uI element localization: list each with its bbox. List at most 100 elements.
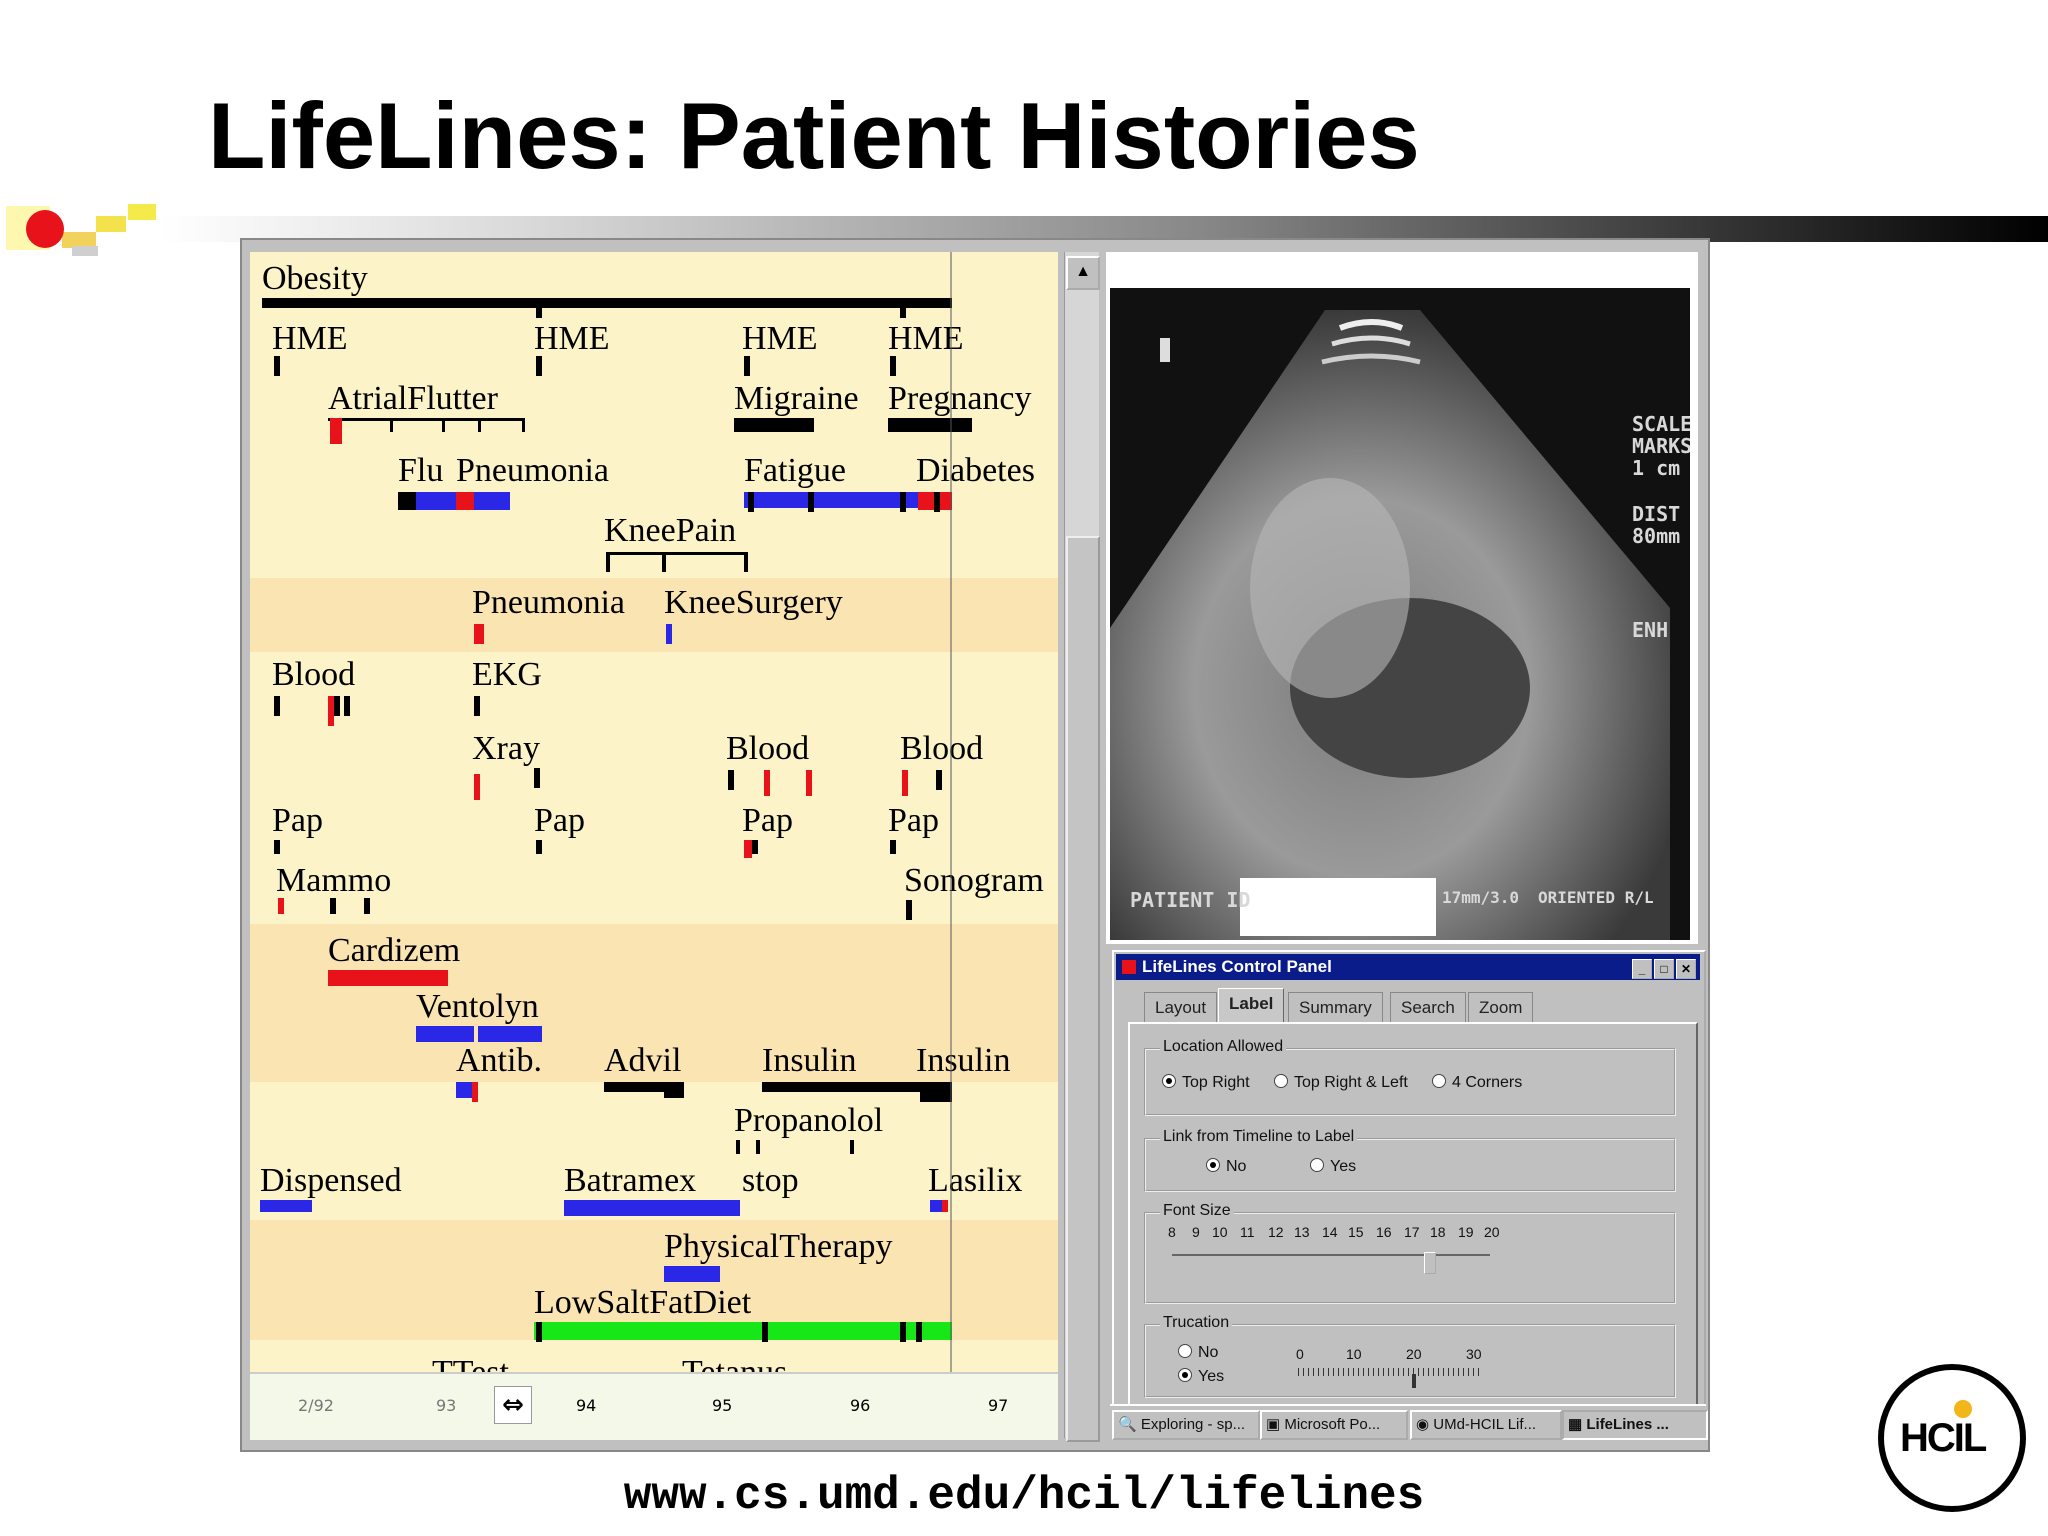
radio-dot[interactable] xyxy=(1274,1074,1288,1088)
event-label[interactable]: Blood xyxy=(900,732,983,766)
radio-dot[interactable] xyxy=(1178,1344,1192,1358)
taskbar-item[interactable]: ▦ LifeLines ... xyxy=(1562,1410,1708,1440)
event-tick[interactable] xyxy=(390,418,393,432)
event-tick[interactable] xyxy=(762,1322,768,1342)
event-tick[interactable] xyxy=(666,624,672,644)
event-tick[interactable] xyxy=(274,840,280,854)
event-label[interactable]: Propanolol xyxy=(734,1104,883,1138)
event-label[interactable]: Blood xyxy=(272,658,355,692)
radio-trunc-yes[interactable]: Yes xyxy=(1178,1368,1224,1386)
event-tick[interactable] xyxy=(942,1200,948,1212)
event-bar[interactable] xyxy=(328,418,524,421)
event-bar[interactable] xyxy=(478,1026,542,1042)
event-label[interactable]: Antib. xyxy=(456,1044,542,1078)
event-tick[interactable] xyxy=(278,898,284,914)
event-tick[interactable] xyxy=(736,1140,740,1154)
radio-link-no[interactable]: No xyxy=(1206,1158,1246,1176)
radio-top-right[interactable]: Top Right xyxy=(1162,1074,1250,1092)
tab-layout[interactable]: Layout xyxy=(1144,992,1218,1023)
event-tick[interactable] xyxy=(934,492,940,512)
event-tick[interactable] xyxy=(806,770,812,796)
event-bar[interactable] xyxy=(260,1200,312,1212)
event-label[interactable]: HME xyxy=(742,322,818,356)
event-label[interactable]: Advil xyxy=(604,1044,681,1078)
event-label[interactable]: PhysicalTherapy xyxy=(664,1230,893,1264)
event-tick[interactable] xyxy=(274,696,280,716)
event-tick[interactable] xyxy=(808,492,814,512)
event-tick[interactable] xyxy=(536,308,542,318)
event-label[interactable]: Blood xyxy=(726,732,809,766)
event-tick[interactable] xyxy=(752,840,758,854)
radio-trunc-no[interactable]: No xyxy=(1178,1344,1218,1362)
event-tick[interactable] xyxy=(474,624,484,644)
event-bar[interactable] xyxy=(606,552,746,555)
event-label[interactable]: KneeSurgery xyxy=(664,586,843,620)
event-tick[interactable] xyxy=(334,696,340,716)
event-label[interactable]: Insulin xyxy=(762,1044,856,1078)
event-label[interactable]: Sonogram xyxy=(904,864,1044,898)
event-label[interactable]: AtrialFlutter xyxy=(328,382,498,416)
event-label[interactable]: HME xyxy=(534,322,610,356)
event-tick[interactable] xyxy=(744,356,750,376)
event-label[interactable]: Batramex xyxy=(564,1164,696,1198)
time-axis[interactable]: 2/92 93 ⇔ 94 95 96 97 xyxy=(250,1372,1058,1440)
event-tick[interactable] xyxy=(536,840,542,854)
event-bar[interactable] xyxy=(564,1200,740,1216)
event-label[interactable]: KneePain xyxy=(604,514,736,548)
event-label[interactable]: Dispensed xyxy=(260,1164,402,1198)
event-bar[interactable] xyxy=(456,492,474,510)
event-tick[interactable] xyxy=(764,770,770,796)
event-tick[interactable] xyxy=(330,418,342,444)
event-label[interactable]: Lasilix xyxy=(928,1164,1022,1198)
event-tick[interactable] xyxy=(534,768,540,788)
radio-4-corners[interactable]: 4 Corners xyxy=(1432,1074,1522,1092)
pan-arrows-icon[interactable]: ⇔ xyxy=(494,1386,532,1424)
taskbar-item[interactable]: 🔍 Exploring - sp... xyxy=(1112,1410,1260,1440)
event-tick[interactable] xyxy=(850,1140,854,1154)
event-tick[interactable] xyxy=(744,840,752,858)
event-tick[interactable] xyxy=(900,492,906,512)
tab-label[interactable]: Label xyxy=(1218,988,1285,1023)
event-tick[interactable] xyxy=(472,1082,478,1102)
event-tick[interactable] xyxy=(536,356,542,376)
event-label[interactable]: Flu xyxy=(398,454,443,488)
event-bar[interactable] xyxy=(416,1026,474,1042)
event-tick[interactable] xyxy=(330,898,336,914)
scrollbar-thumb[interactable] xyxy=(1066,536,1100,1442)
event-label[interactable]: Obesity xyxy=(262,262,368,296)
event-label[interactable]: TTest xyxy=(432,1356,509,1373)
radio-top-right-left[interactable]: Top Right & Left xyxy=(1274,1074,1408,1092)
radio-dot[interactable] xyxy=(1432,1074,1446,1088)
truncation-slider[interactable]: 0 10 20 30 xyxy=(1294,1346,1504,1390)
event-label[interactable]: Pap xyxy=(888,804,939,838)
event-tick[interactable] xyxy=(756,1140,760,1154)
event-tick[interactable] xyxy=(728,770,734,790)
event-tick[interactable] xyxy=(364,898,370,914)
event-tick[interactable] xyxy=(936,770,942,790)
event-label[interactable]: Tetanus xyxy=(682,1356,787,1373)
event-tick[interactable] xyxy=(478,418,481,432)
event-label[interactable]: HME xyxy=(272,322,348,356)
event-bar[interactable] xyxy=(664,1266,720,1282)
event-label[interactable]: Diabetes xyxy=(916,454,1035,488)
event-label[interactable]: Fatigue xyxy=(744,454,846,488)
timeline-panel[interactable]: Obesity HME HME HME HME AtrialFlutter Mi… xyxy=(250,252,1058,1372)
event-bar[interactable] xyxy=(534,1322,952,1340)
event-label[interactable]: EKG xyxy=(472,658,542,692)
event-tick[interactable] xyxy=(890,356,896,376)
event-tick[interactable] xyxy=(274,356,280,376)
event-tick[interactable] xyxy=(900,308,906,318)
slider-thumb[interactable] xyxy=(1412,1374,1416,1388)
event-tick[interactable] xyxy=(748,492,754,512)
tab-zoom[interactable]: Zoom xyxy=(1468,992,1534,1023)
event-label[interactable]: LowSaltFatDiet xyxy=(534,1286,751,1320)
event-bar[interactable] xyxy=(262,298,952,308)
scroll-up-arrow-icon[interactable]: ▲ xyxy=(1066,256,1100,290)
event-label[interactable]: Mammo xyxy=(276,864,391,898)
radio-dot[interactable] xyxy=(1162,1074,1176,1088)
event-tick[interactable] xyxy=(606,552,610,572)
event-bar[interactable] xyxy=(328,970,448,986)
event-tick[interactable] xyxy=(474,774,480,800)
event-label[interactable]: Cardizem xyxy=(328,934,460,968)
event-tick[interactable] xyxy=(890,840,896,854)
